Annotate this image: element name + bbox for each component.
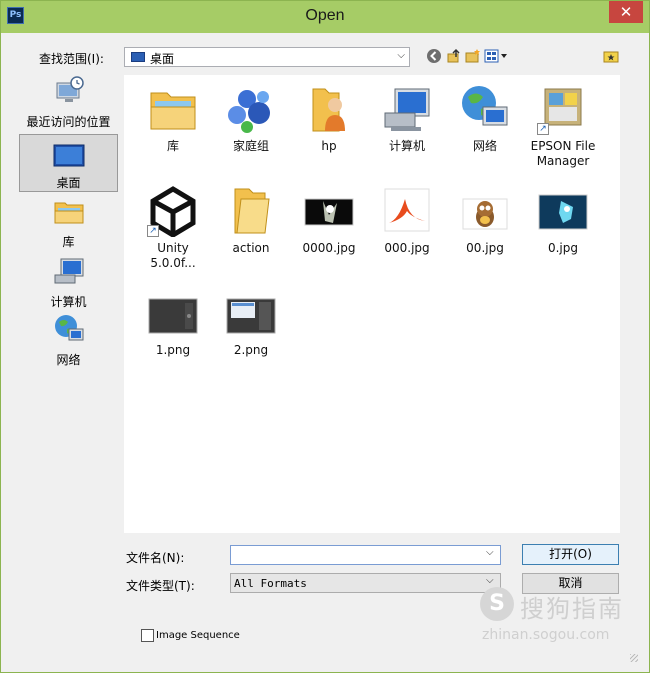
look-in-value: 桌面 — [150, 52, 175, 66]
computer-icon — [54, 258, 83, 284]
file-name: 0.jpg — [547, 241, 579, 255]
file-name: 000.jpg — [384, 241, 430, 255]
image-thumbnail — [381, 185, 433, 237]
shortcut-arrow-icon: ↗ — [147, 225, 159, 237]
libraries-icon — [147, 83, 199, 135]
file-type-select[interactable]: All Formats — [230, 573, 501, 593]
sidebar-item-label: 计算机 — [50, 295, 87, 309]
image-thumbnail — [537, 185, 589, 237]
unity-shortcut-icon: ↗ — [147, 185, 199, 238]
image-sequence-label: Image Sequence — [156, 630, 240, 641]
watermark-url: zhinan.sogou.com — [482, 627, 610, 643]
homegroup-icon — [225, 83, 277, 135]
list-item[interactable]: 000.jpg — [368, 185, 446, 256]
list-item[interactable]: 0000.jpg — [290, 185, 368, 256]
user-folder-icon — [303, 83, 355, 135]
chevron-down-icon[interactable]: ⌵ — [486, 547, 494, 558]
chevron-down-icon[interactable]: ⌵ — [486, 575, 494, 586]
back-icon[interactable] — [426, 48, 442, 64]
computer-icon — [381, 83, 433, 135]
file-name: 1.png — [155, 343, 191, 357]
file-name: 2.png — [233, 343, 269, 357]
sidebar-item-recent[interactable]: 最近访问的位置 — [19, 75, 118, 129]
file-name: 计算机 — [388, 139, 425, 153]
sidebar-item-label: 库 — [62, 235, 75, 249]
open-button[interactable]: 打开(O) — [522, 544, 619, 565]
chevron-down-icon[interactable]: ⌵ — [397, 50, 405, 61]
image-thumbnail — [459, 185, 511, 237]
epson-shortcut-icon: ↗ — [537, 83, 589, 135]
resize-grip-icon[interactable] — [630, 654, 638, 662]
desktop-small-icon — [131, 52, 145, 62]
favorite-folder-icon[interactable] — [603, 48, 619, 64]
image-thumbnail — [303, 185, 355, 237]
file-name: 0000.jpg — [302, 241, 356, 255]
new-folder-icon[interactable] — [465, 48, 481, 64]
libraries-icon — [54, 202, 83, 224]
sidebar-item-network[interactable]: 网络 — [19, 313, 118, 367]
sidebar-item-label: 桌面 — [56, 176, 81, 190]
file-name: Unity 5.0.0f... — [150, 241, 196, 270]
file-name: action — [232, 241, 270, 255]
title-bar[interactable]: Ps Open ✕ — [1, 1, 649, 33]
list-item[interactable]: action — [212, 185, 290, 256]
file-name: EPSON File Manager — [530, 139, 596, 168]
sidebar-item-label: 网络 — [56, 353, 81, 367]
folder-icon — [225, 185, 277, 237]
file-list[interactable]: 库 家庭组 hp 计算机 网络 ↗ EPSON File Manager ↗ U… — [124, 75, 620, 533]
network-icon — [459, 83, 511, 135]
image-sequence-checkbox[interactable] — [141, 629, 154, 642]
cancel-button[interactable]: 取消 — [522, 573, 619, 594]
sidebar-item-desktop[interactable]: 桌面 — [19, 134, 118, 192]
list-item[interactable]: 00.jpg — [446, 185, 524, 256]
image-thumbnail — [225, 287, 277, 339]
sidebar-item-libraries[interactable]: 库 — [19, 195, 118, 249]
file-name: 00.jpg — [466, 241, 504, 255]
list-item[interactable]: hp — [290, 83, 368, 154]
places-bar: 最近访问的位置 桌面 库 计算机 网络 — [19, 75, 118, 609]
up-folder-icon[interactable] — [446, 48, 462, 64]
list-item[interactable]: ↗ EPSON File Manager — [524, 83, 602, 169]
shortcut-arrow-icon: ↗ — [537, 123, 549, 135]
list-item[interactable]: 库 — [134, 83, 212, 154]
recent-places-icon — [56, 76, 84, 102]
dialog-body: 查找范围(I): 桌面 ⌵ 最近访问的位置 桌面 库 计算机 网络 库 家庭组 … — [8, 33, 642, 666]
file-name: 网络 — [472, 139, 497, 153]
list-item[interactable]: 1.png — [134, 287, 212, 358]
file-name-input[interactable] — [230, 545, 501, 565]
image-thumbnail — [147, 287, 199, 339]
file-type-value: All Formats — [234, 577, 307, 590]
list-item[interactable]: 家庭组 — [212, 83, 290, 154]
list-item[interactable]: 网络 — [446, 83, 524, 154]
file-name-label: 文件名(N): — [126, 551, 185, 565]
desktop-icon — [53, 144, 84, 167]
network-icon — [54, 315, 83, 341]
list-item[interactable]: 计算机 — [368, 83, 446, 154]
sidebar-item-computer[interactable]: 计算机 — [19, 255, 118, 309]
open-dialog: Ps Open ✕ 查找范围(I): 桌面 ⌵ 最近访问的位置 桌面 库 计算机… — [0, 0, 650, 673]
close-button[interactable]: ✕ — [609, 1, 643, 23]
sidebar-item-label: 最近访问的位置 — [26, 115, 111, 129]
list-item[interactable]: 2.png — [212, 287, 290, 358]
watermark-brand: 搜狗指南 — [520, 595, 624, 623]
file-name: hp — [321, 139, 337, 153]
view-menu-icon[interactable] — [484, 48, 508, 64]
list-item[interactable]: ↗ Unity 5.0.0f... — [134, 185, 212, 271]
list-item[interactable]: 0.jpg — [524, 185, 602, 256]
look-in-label: 查找范围(I): — [39, 52, 104, 66]
dialog-title: Open — [305, 7, 345, 24]
look-in-combobox[interactable]: 桌面 ⌵ — [124, 47, 410, 67]
file-name: 家庭组 — [232, 139, 269, 153]
file-type-label: 文件类型(T): — [126, 579, 195, 593]
file-name: 库 — [166, 139, 179, 153]
